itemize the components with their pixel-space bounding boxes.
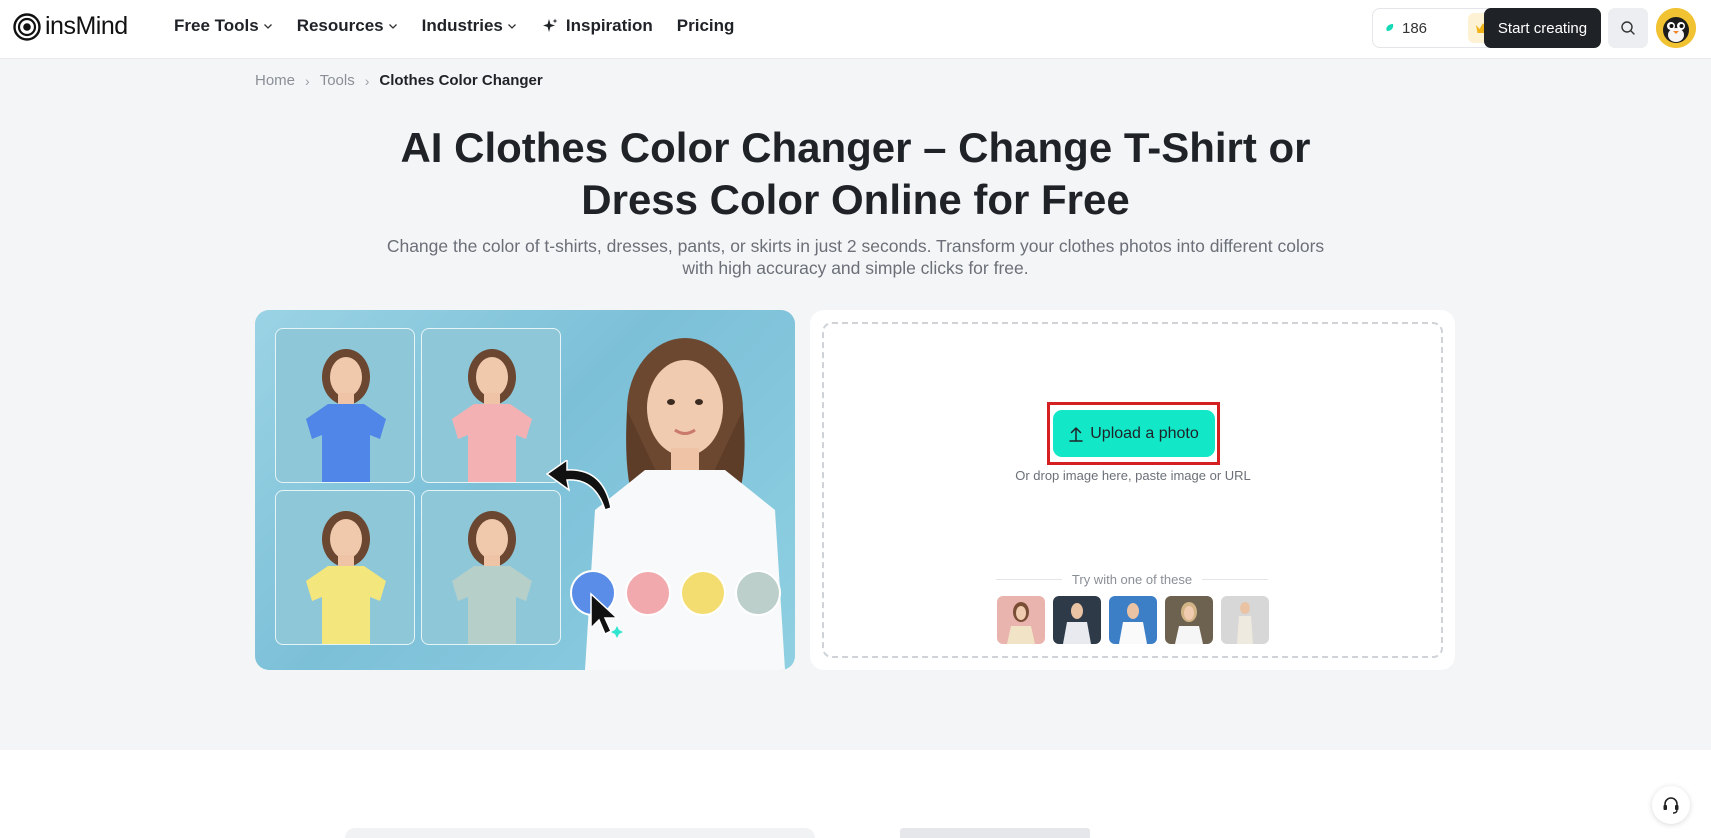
start-creating-button[interactable]: Start creating	[1484, 8, 1601, 48]
logo-text: insMind	[45, 12, 128, 40]
demo-thumb-sage	[421, 490, 561, 645]
chevron-down-icon	[263, 24, 272, 29]
top-header: insMind Free Tools Resources Industries …	[0, 0, 1711, 59]
demo-thumb-blue	[275, 328, 415, 483]
sample-thumbnail	[1165, 596, 1213, 644]
nav-resources-label: Resources	[296, 16, 384, 35]
chevron-down-icon	[507, 24, 516, 29]
swatch-sage	[735, 570, 781, 616]
next-section-card	[345, 828, 815, 838]
try-samples-label: Try with one of these	[1071, 572, 1193, 587]
page-title: AI Clothes Color Changer – Change T-Shir…	[300, 122, 1411, 226]
breadcrumb-tools[interactable]: Tools	[320, 72, 355, 89]
sample-thumbnail	[1053, 596, 1101, 644]
nav-free-tools-label: Free Tools	[174, 16, 259, 35]
breadcrumb-home[interactable]: Home	[255, 72, 295, 89]
breadcrumb: Home › Tools › Clothes Color Changer	[255, 72, 543, 89]
credits-count: 186	[1402, 19, 1428, 37]
sample-image-3[interactable]	[1109, 596, 1157, 644]
sample-image-5[interactable]	[1221, 596, 1269, 644]
logo-icon	[13, 12, 41, 41]
sample-thumbnail	[1221, 596, 1269, 644]
drop-hint: Or drop image here, paste image or URL	[1015, 468, 1251, 483]
nav-pricing[interactable]: Pricing	[677, 15, 735, 37]
page-title-line-1: AI Clothes Color Changer – Change T-Shir…	[400, 124, 1311, 171]
divider	[996, 579, 1062, 580]
person-figure	[306, 349, 386, 482]
nav-industries-label: Industries	[421, 16, 503, 35]
demo-thumb-pink	[421, 328, 561, 483]
nav-industries[interactable]: Industries	[422, 15, 517, 37]
sample-image-1[interactable]	[997, 596, 1045, 644]
credit-icon	[1386, 24, 1394, 31]
upload-photo-label: Upload a photo	[1090, 424, 1199, 442]
upload-icon	[1069, 426, 1083, 442]
divider	[1202, 579, 1268, 580]
person-figure	[306, 511, 386, 644]
person-figure	[452, 349, 532, 482]
sample-thumbnail	[1109, 596, 1157, 644]
logo[interactable]: insMind	[13, 12, 128, 41]
upload-photo-button[interactable]: Upload a photo	[1053, 410, 1215, 457]
sample-images	[997, 596, 1269, 644]
sparkle-icon	[542, 18, 558, 32]
nav-pricing-label: Pricing	[676, 16, 735, 35]
cursor-icon	[590, 592, 623, 638]
breadcrumb-separator-icon: ›	[364, 72, 370, 89]
sample-thumbnail	[997, 596, 1045, 644]
page-subtitle: Change the color of t-shirts, dresses, p…	[380, 235, 1331, 279]
customer-support-button[interactable]	[1652, 786, 1690, 824]
user-avatar[interactable]	[1656, 8, 1696, 48]
avatar-image	[1656, 8, 1696, 48]
chevron-down-icon	[388, 24, 397, 29]
swatch-pink	[625, 570, 671, 616]
nav-inspiration-label: Inspiration	[565, 16, 653, 35]
page-subtitle-line-1: Change the color of t-shirts, dresses, p…	[386, 236, 1325, 256]
sample-image-4[interactable]	[1165, 596, 1213, 644]
breadcrumb-separator-icon: ›	[305, 72, 310, 89]
next-section	[0, 750, 1711, 838]
person-figure	[452, 511, 532, 644]
page-title-line-2: Dress Color Online for Free	[581, 176, 1130, 223]
demo-image	[255, 310, 795, 670]
next-section-heading	[900, 828, 1090, 838]
swatch-yellow	[680, 570, 726, 616]
try-samples-row: Try with one of these	[996, 572, 1268, 587]
demo-thumb-yellow	[275, 490, 415, 645]
nav-resources[interactable]: Resources	[297, 15, 398, 37]
breadcrumb-current: Clothes Color Changer	[379, 72, 543, 89]
main-nav: Free Tools Resources Industries Inspirat…	[174, 15, 734, 37]
nav-inspiration[interactable]: Inspiration	[541, 15, 653, 37]
page-subtitle-line-2: with high accuracy and simple clicks for…	[682, 258, 1029, 278]
curved-arrow-icon	[545, 460, 612, 511]
search-icon	[1621, 21, 1635, 35]
sample-image-2[interactable]	[1053, 596, 1101, 644]
nav-free-tools[interactable]: Free Tools	[174, 15, 273, 37]
search-button[interactable]	[1608, 8, 1648, 48]
headset-icon	[1663, 797, 1679, 814]
